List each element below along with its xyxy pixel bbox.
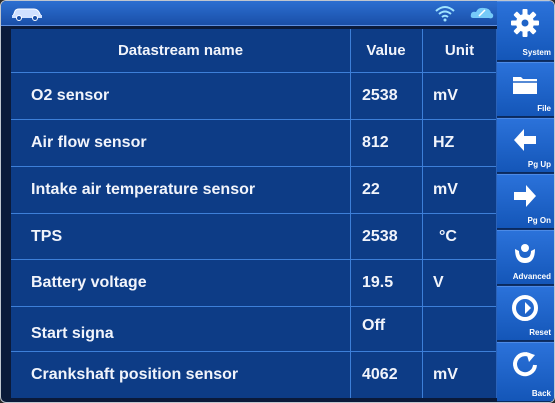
header-value: Value: [366, 42, 406, 59]
table-row[interactable]: TPS 2538 °C: [11, 214, 496, 260]
datastream-table: Datastream name Value Unit O2 sensor 253…: [11, 29, 497, 398]
row-value: Off: [362, 317, 386, 334]
row-unit: mV: [433, 366, 458, 383]
row-unit: mV: [433, 181, 458, 198]
device-screen: Datastream name Value Unit O2 sensor 253…: [0, 0, 555, 403]
table-row[interactable]: Crankshaft position sensor 4062 mV: [11, 352, 496, 398]
row-value: 812: [362, 134, 389, 151]
table-row[interactable]: Battery voltage 19.5 V: [11, 260, 496, 307]
page-up-label: Pg Up: [527, 160, 551, 169]
row-name: Start signa: [31, 325, 114, 342]
table-row[interactable]: Intake air temperature sensor 22 mV: [11, 167, 496, 214]
page-down-button[interactable]: Pg On: [497, 174, 554, 229]
file-button[interactable]: File: [497, 62, 554, 117]
reset-button[interactable]: Reset: [497, 286, 554, 341]
row-name: TPS: [31, 227, 63, 245]
row-value: 4062: [362, 366, 398, 383]
row-name: Crankshaft position sensor: [31, 366, 239, 383]
header-name: Datastream name: [117, 42, 244, 59]
arrow-right-icon: [514, 185, 536, 207]
table-header: Datastream name Value Unit: [11, 29, 496, 73]
table-row[interactable]: Air flow sensor 812 HZ: [11, 120, 496, 167]
advanced-button[interactable]: Advanced: [497, 230, 554, 285]
row-unit: V: [433, 274, 444, 291]
table-row[interactable]: O2 sensor 2538 mV: [11, 73, 496, 120]
back-button[interactable]: Back: [497, 342, 554, 402]
page-up-button[interactable]: Pg Up: [497, 118, 554, 173]
row-unit: mV: [433, 87, 458, 104]
row-value: 22: [362, 181, 380, 198]
row-name: Air flow sensor: [31, 134, 147, 151]
row-name: Battery voltage: [31, 274, 147, 291]
row-unit: °C: [439, 227, 457, 245]
sidebar: System File Pg Up Pg On Advanced Reset B…: [497, 1, 554, 402]
row-unit: HZ: [433, 134, 455, 151]
wifi-icon: [435, 6, 455, 22]
car-icon: [12, 8, 42, 21]
advanced-label: Advanced: [512, 272, 551, 281]
back-icon: [513, 352, 537, 377]
row-value: 2538: [362, 227, 398, 245]
advanced-icon: [515, 244, 535, 263]
system-label: System: [522, 48, 551, 57]
row-value: 2538: [362, 87, 398, 104]
header-unit: Unit: [444, 42, 475, 59]
gear-icon: [511, 9, 539, 37]
row-value: 19.5: [362, 274, 394, 291]
file-label: File: [537, 104, 551, 113]
arrow-left-icon: [514, 129, 536, 151]
table-row[interactable]: Start signa Off: [11, 307, 496, 352]
row-name: O2 sensor: [31, 87, 110, 104]
folder-icon: [513, 77, 537, 94]
system-button[interactable]: System: [497, 1, 554, 61]
status-bar: [1, 1, 497, 26]
connection-icon: [470, 7, 494, 19]
reset-label: Reset: [529, 328, 551, 337]
reset-icon: [512, 295, 538, 321]
back-label: Back: [531, 389, 551, 398]
row-name: Intake air temperature sensor: [31, 181, 256, 198]
page-down-label: Pg On: [527, 216, 551, 225]
